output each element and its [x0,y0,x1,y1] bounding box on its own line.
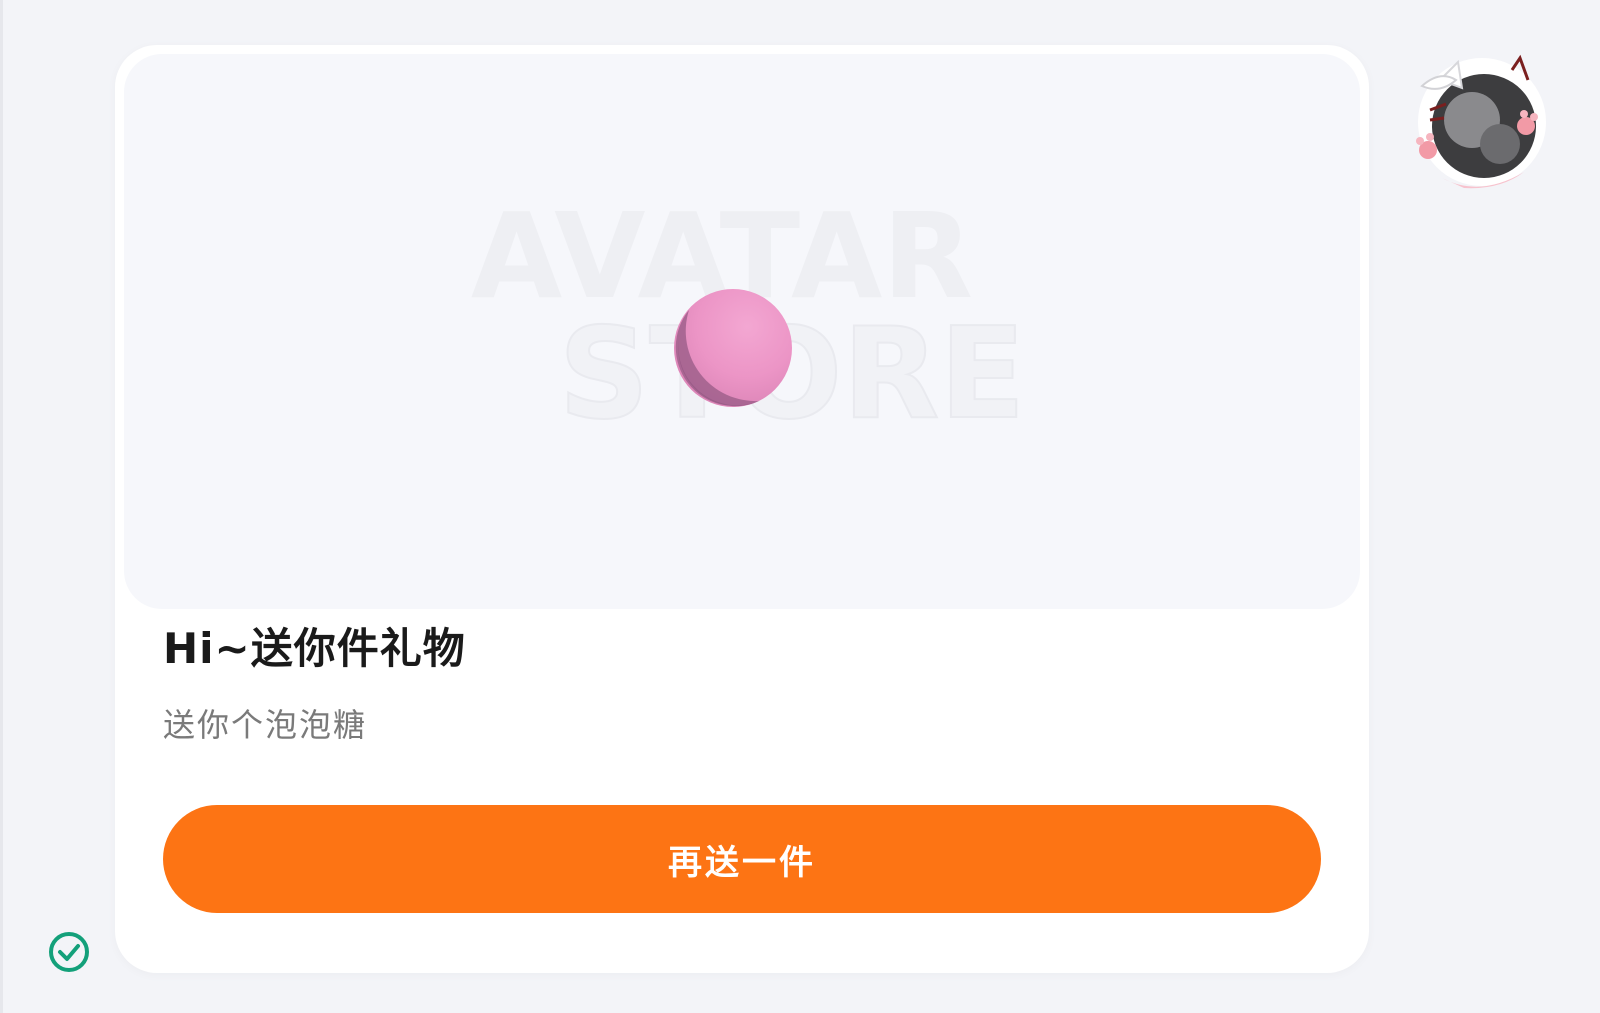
cat-avatar-sticker-icon[interactable] [1400,40,1560,200]
gift-title: Hi~送你件礼物 [163,624,466,673]
left-edge-divider [0,0,3,1013]
gift-message: 送你个泡泡糖 [163,706,368,744]
bubble-gum-ball-icon [674,289,792,407]
gift-preview: AVATAR STORE [124,54,1360,609]
check-circle-icon [49,932,89,972]
send-again-button[interactable]: 再送一件 [163,805,1321,913]
gift-card: AVATAR STORE Hi~送你件礼物 送你个泡泡糖 再送一件 [115,45,1369,973]
gift-screen: AVATAR STORE Hi~送你件礼物 送你个泡泡糖 再送一件 [0,0,1600,1013]
